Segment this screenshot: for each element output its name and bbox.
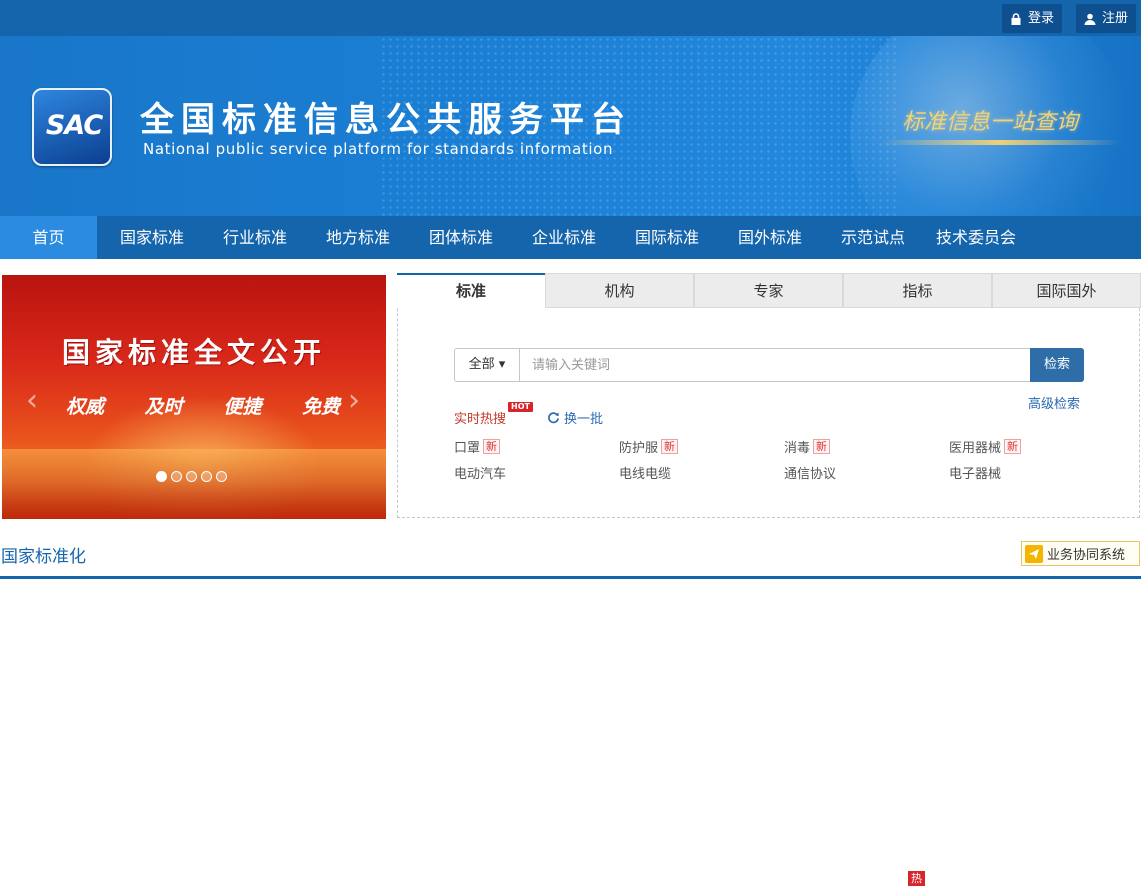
carousel-tag: 及时 [144,396,183,418]
promo-carousel[interactable]: 国家标准全文公开 权威 及时 便捷 免费 ‹ › [2,275,386,519]
keyword-text: 医用器械 [949,441,1002,456]
paper-plane-icon [1025,544,1043,563]
hot-keyword[interactable]: 口罩新 [454,437,501,456]
advanced-search-link[interactable]: 高级检索 [1028,393,1080,412]
refresh-button[interactable]: 换一批 [547,408,603,427]
hot-keyword[interactable]: 通信协议 [784,463,836,482]
new-badge: 新 [661,439,679,454]
nav-item-international[interactable]: 国际标准 [619,216,715,259]
search-bar: 全部 ▾ 检索 [454,348,1084,382]
refresh-label: 换一批 [564,412,604,427]
carousel-tag: 免费 [301,396,340,418]
business-system-label: 业务协同系统 [1047,548,1126,563]
carousel-prev-icon[interactable]: ‹ [22,386,42,417]
site-subtitle: National public service platform for sta… [143,140,614,158]
nav-item-industry[interactable]: 行业标准 [207,216,303,259]
register-label: 注册 [1102,11,1129,26]
keyword-text: 电线电缆 [619,467,672,482]
new-badge: 新 [1004,439,1022,454]
carousel-dot[interactable] [171,471,182,482]
refresh-icon [548,412,559,424]
tab-indicator[interactable]: 指标 [843,273,992,308]
new-badge: 新 [813,439,831,454]
lock-icon [1011,12,1021,25]
carousel-title: 国家标准全文公开 [61,336,326,369]
keyword-text: 防护服 [619,441,659,456]
carousel-dot[interactable] [216,471,227,482]
nav-item-national[interactable]: 国家标准 [104,216,200,259]
carousel-dot[interactable] [186,471,197,482]
nav-item-foreign[interactable]: 国外标准 [722,216,818,259]
search-button[interactable]: 检索 [1030,348,1084,382]
new-badge: 新 [483,439,501,454]
main-nav: 首页 国家标准 行业标准 地方标准 团体标准 企业标准 国际标准 国外标准 示范… [0,216,1141,259]
tab-standard[interactable]: 标准 [397,273,545,308]
carousel-city-skyline [2,449,386,519]
carousel-dot[interactable] [156,471,167,482]
hot-badge: HOT [508,402,533,412]
hot-search-label: 实时热搜 [454,412,507,427]
login-button[interactable]: 登录 [1002,4,1063,33]
nav-item-demo[interactable]: 示范试点 [825,216,921,259]
hot-tag-badge: 热 [908,871,925,886]
keyword-text: 电动汽车 [454,467,507,482]
business-system-button[interactable]: 业务协同系统 [1021,541,1140,566]
hot-keyword[interactable]: 医用器械新 [949,437,1022,456]
slogan: 标准信息一站查询 [902,110,1079,135]
carousel-tag: 权威 [66,396,105,418]
section-title: 国家标准化 [1,547,86,567]
carousel-dot[interactable] [201,471,212,482]
carousel-next-icon[interactable]: › [344,386,364,417]
carousel-tag: 便捷 [223,396,262,418]
keyword-text: 电子器械 [949,467,1002,482]
keyword-text: 口罩 [454,441,481,456]
nav-item-enterprise[interactable]: 企业标准 [516,216,612,259]
tab-expert[interactable]: 专家 [694,273,843,308]
user-icon [1084,13,1096,25]
logo-text: SAC [45,110,103,141]
sac-logo[interactable]: SAC [32,88,112,166]
slogan-underline [880,140,1120,145]
hot-keyword[interactable]: 电线电缆 [619,463,671,482]
tab-international[interactable]: 国际国外 [992,273,1141,308]
hot-keyword[interactable]: 电子器械 [949,463,1001,482]
top-bar: 登录 注册 [0,0,1141,36]
header-banner: SAC 全国标准信息公共服务平台 National public service… [0,36,1141,216]
search-tabs: 标准 机构 专家 指标 国际国外 [397,273,1141,308]
tab-organization[interactable]: 机构 [545,273,694,308]
carousel-indicators [156,471,227,482]
hot-keyword[interactable]: 防护服新 [619,437,679,456]
site-title: 全国标准信息公共服务平台 [140,100,632,140]
nav-item-committee[interactable]: 技术委员会 [924,216,1028,259]
hot-keyword[interactable]: 消毒新 [784,437,831,456]
login-label: 登录 [1028,11,1055,26]
nav-item-group[interactable]: 团体标准 [413,216,509,259]
keyword-text: 消毒 [784,441,811,456]
nav-item-home[interactable]: 首页 [0,216,97,259]
nav-item-local[interactable]: 地方标准 [310,216,406,259]
carousel-tags: 权威 及时 便捷 免费 [66,392,340,419]
search-input[interactable] [520,349,1030,381]
register-button[interactable]: 注册 [1076,4,1137,33]
scope-dropdown[interactable]: 全部 ▾ [455,349,520,381]
keyword-text: 通信协议 [784,467,837,482]
hot-keyword[interactable]: 电动汽车热 [454,463,925,886]
